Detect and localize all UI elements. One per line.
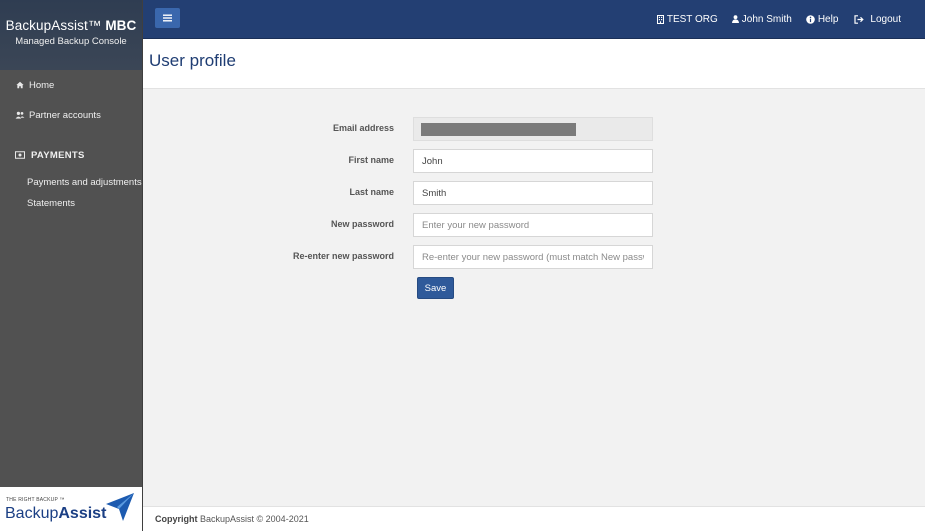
logout-label: Logout bbox=[870, 13, 901, 25]
copyright-label: Copyright bbox=[155, 514, 198, 524]
email-label: Email address bbox=[332, 123, 394, 133]
brand-header[interactable]: BackupAssist™ MBC Managed Backup Console bbox=[0, 0, 142, 70]
brand-title: BackupAssist™ MBC bbox=[0, 0, 142, 33]
form-row-first-name: First name bbox=[143, 149, 925, 173]
sidebar-item-label: Home bbox=[29, 79, 55, 91]
top-links: TEST ORG John Smith Help Logout bbox=[643, 0, 901, 38]
redacted-email bbox=[421, 123, 576, 136]
new-password-field[interactable] bbox=[413, 213, 653, 237]
first-name-field[interactable] bbox=[413, 149, 653, 173]
users-icon bbox=[15, 111, 25, 119]
sidebar-item-home[interactable]: Home bbox=[0, 70, 142, 100]
paper-plane-icon bbox=[106, 493, 134, 521]
help-label: Help bbox=[817, 13, 839, 25]
sidebar-item-statements[interactable]: Statements bbox=[0, 193, 142, 213]
logo-wordmark: BackupAssist bbox=[5, 505, 107, 522]
sidebar: BackupAssist™ MBC Managed Backup Console… bbox=[0, 0, 143, 531]
info-icon bbox=[806, 14, 815, 24]
sidebar-nav: Home Partner accounts PAYMENTS Payments … bbox=[0, 70, 142, 213]
help-link[interactable]: Help bbox=[806, 13, 839, 25]
brand-subtitle: Managed Backup Console bbox=[15, 36, 127, 47]
top-navbar: TEST ORG John Smith Help Logout bbox=[143, 0, 925, 39]
form-row-last-name: Last name bbox=[143, 181, 925, 205]
footer-text: Copyright BackupAssist © 2004-2021 bbox=[155, 514, 309, 524]
org-name: TEST ORG bbox=[666, 13, 718, 25]
user-profile-link[interactable]: John Smith bbox=[731, 13, 792, 25]
backupassist-logo: THE RIGHT BACKUP ™ BackupAssist bbox=[0, 487, 142, 531]
sidebar-item-partner-accounts[interactable]: Partner accounts bbox=[0, 100, 142, 130]
brand-name-bold: MBC bbox=[105, 18, 137, 33]
page-title: User profile bbox=[149, 51, 236, 70]
money-icon bbox=[15, 151, 27, 159]
user-icon bbox=[731, 15, 739, 23]
sidebar-item-payments-adjustments[interactable]: Payments and adjustments bbox=[0, 172, 142, 192]
org-link[interactable]: TEST ORG bbox=[656, 13, 718, 25]
first-name-label: First name bbox=[348, 155, 394, 165]
sign-out-icon bbox=[854, 14, 865, 24]
form-row-reenter-password: Re-enter new password bbox=[143, 245, 925, 269]
page-header: User profile bbox=[143, 39, 925, 89]
sidebar-item-label: Partner accounts bbox=[29, 109, 101, 121]
copyright-text: BackupAssist © 2004-2021 bbox=[200, 514, 309, 524]
sidebar-section-label: PAYMENTS bbox=[31, 149, 85, 161]
user-name: John Smith bbox=[741, 13, 792, 25]
sidebar-section-payments[interactable]: PAYMENTS bbox=[0, 142, 142, 168]
sidebar-item-label: Payments and adjustments bbox=[27, 176, 142, 188]
save-button[interactable]: Save bbox=[417, 277, 454, 299]
menu-toggle-button[interactable] bbox=[155, 8, 180, 28]
new-password-label: New password bbox=[330, 219, 394, 229]
building-icon bbox=[656, 14, 664, 24]
sidebar-item-label: Statements bbox=[27, 197, 76, 209]
hamburger-icon bbox=[163, 14, 172, 22]
reenter-password-field[interactable] bbox=[413, 245, 653, 269]
form-row-new-password: New password bbox=[143, 213, 925, 237]
logout-link[interactable]: Logout bbox=[854, 14, 901, 25]
brand-name: BackupAssist™ bbox=[5, 18, 102, 33]
last-name-field[interactable] bbox=[413, 181, 653, 205]
footer: Copyright BackupAssist © 2004-2021 bbox=[143, 506, 925, 531]
home-icon bbox=[15, 81, 25, 89]
last-name-label: Last name bbox=[349, 187, 394, 197]
form-row-email: Email address bbox=[143, 117, 925, 141]
reenter-password-label: Re-enter new password bbox=[292, 251, 394, 261]
logo-tagline: THE RIGHT BACKUP ™ bbox=[6, 497, 65, 503]
